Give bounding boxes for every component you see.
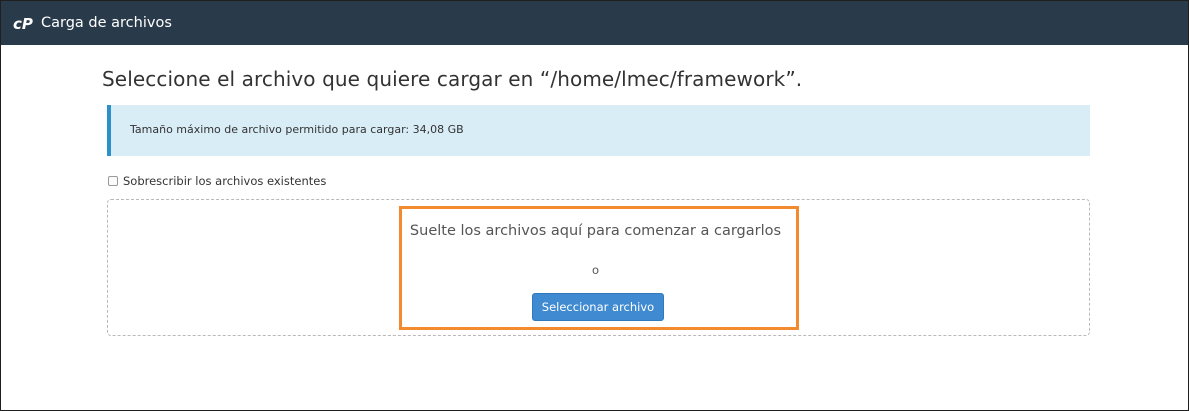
page-title: Seleccione el archivo que quiere cargar … [102,67,803,91]
or-separator: o [591,263,600,277]
overwrite-checkbox[interactable] [108,176,118,186]
svg-text:cP: cP [13,15,33,31]
max-file-size-message: Tamaño máximo de archivo permitido para … [130,123,464,136]
app-title: Carga de archivos [41,15,172,31]
cpanel-logo-icon: cP [13,13,35,33]
dropzone-text: Suelte los archivos aquí para comenzar a… [409,223,782,239]
top-bar: cP Carga de archivos [1,1,1188,45]
overwrite-label: Sobrescribir los archivos existentes [123,174,327,188]
overwrite-option[interactable]: Sobrescribir los archivos existentes [108,174,326,188]
select-file-button[interactable]: Seleccionar archivo [532,293,664,321]
info-alert: Tamaño máximo de archivo permitido para … [107,105,1090,156]
upload-window: cP Carga de archivos Seleccione el archi… [0,0,1189,411]
